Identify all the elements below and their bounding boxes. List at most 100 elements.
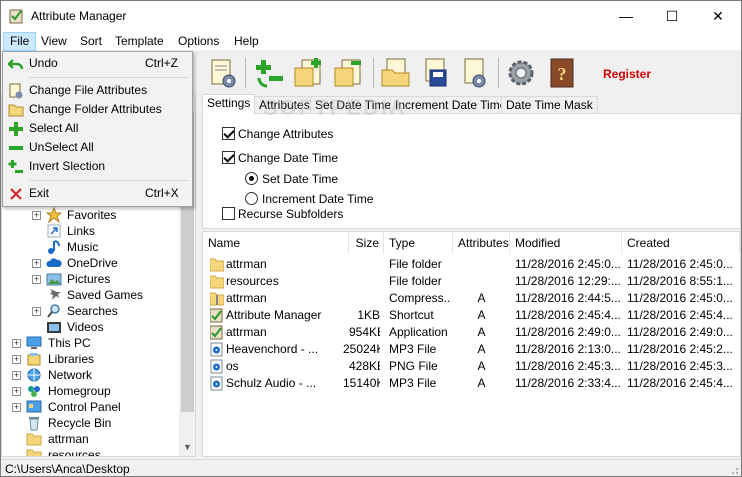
menu-template[interactable]: Template — [109, 32, 170, 51]
tree-item-resources[interactable]: resources — [2, 447, 178, 456]
expand-icon[interactable]: + — [12, 387, 21, 396]
file-attributes: A — [477, 308, 486, 322]
expand-icon[interactable]: + — [12, 339, 21, 348]
column-header-created[interactable]: Created — [622, 232, 740, 254]
tree-item-onedrive[interactable]: + OneDrive — [2, 255, 178, 271]
expand-icon[interactable]: + — [32, 259, 41, 268]
tree-item-network[interactable]: + Network — [2, 367, 178, 383]
menu-item-shortcut: Ctrl+X — [145, 186, 179, 200]
column-header-name[interactable]: Name — [203, 232, 349, 254]
close-button[interactable]: ✕ — [695, 1, 741, 31]
file-modified: 11/28/2016 2:45:0... — [515, 257, 621, 271]
menu-item-change-folder-attributes[interactable]: Change Folder Attributes — [5, 100, 190, 119]
tree-label: Pictures — [67, 272, 111, 286]
menu-item-label: Select All — [29, 121, 79, 135]
table-row[interactable]: attrman 954KB Application A 11/28/2016 2… — [203, 324, 740, 341]
change-date-time-checkbox[interactable] — [222, 151, 235, 164]
menu-help[interactable]: Help — [228, 32, 265, 51]
resize-grip-icon[interactable] — [729, 465, 739, 475]
tree-item-links[interactable]: Links — [2, 223, 178, 239]
tree-item-videos[interactable]: Videos — [2, 319, 178, 335]
column-header-type[interactable]: Type — [384, 232, 453, 254]
tree-item-control-panel[interactable]: + Control Panel — [2, 399, 178, 415]
tree-item-searches[interactable]: + Searches — [2, 303, 178, 319]
file-list[interactable]: Name Size Type Attributes Modified Creat… — [202, 231, 741, 457]
menu-item-invert-selection[interactable]: Invert Slection — [5, 157, 190, 176]
tree-label: This PC — [48, 336, 91, 350]
table-row[interactable]: os 428KB PNG File A 11/28/2016 2:45:3...… — [203, 358, 740, 375]
file-type: File folder — [389, 274, 442, 288]
control-panel-icon — [26, 400, 42, 413]
settings-file-icon[interactable] — [205, 56, 239, 90]
games-icon — [50, 289, 61, 300]
expand-icon[interactable]: + — [32, 211, 41, 220]
tree-item-music[interactable]: Music — [2, 239, 178, 255]
tab-date-time-mask[interactable]: Date Time Mask — [501, 96, 598, 114]
menu-item-label: Undo — [29, 56, 58, 70]
tree-label: Links — [67, 224, 96, 238]
gear-icon[interactable] — [504, 56, 538, 90]
tab-increment-date-time[interactable]: Increment Date Time — [390, 96, 512, 114]
table-row[interactable]: attrman File folder 11/28/2016 2:45:0...… — [203, 256, 740, 273]
title-bar[interactable]: Attribute Manager — ☐ ✕ — [1, 1, 741, 31]
change-attributes-checkbox[interactable] — [222, 127, 235, 140]
tree-item-attrman[interactable]: attrman — [2, 431, 178, 447]
set-date-time-radio[interactable] — [245, 172, 258, 185]
scroll-down-icon[interactable]: ▼ — [179, 439, 195, 456]
expand-icon[interactable]: + — [32, 275, 41, 284]
file-settings-icon[interactable] — [457, 56, 491, 90]
minimize-button[interactable]: — — [603, 1, 649, 31]
expand-icon[interactable]: + — [12, 403, 21, 412]
add-files-icon[interactable] — [292, 56, 326, 90]
select-all-icon[interactable] — [253, 56, 287, 90]
table-row[interactable]: Heavenchord - ... 25024KB MP3 File A 11/… — [203, 341, 740, 358]
table-row[interactable]: resources File folder 11/28/2016 12:29:.… — [203, 273, 740, 290]
set-date-time-label[interactable]: Set Date Time — [262, 172, 338, 186]
column-header-modified[interactable]: Modified — [510, 232, 622, 254]
expand-icon[interactable]: + — [12, 355, 21, 364]
expand-icon[interactable]: + — [12, 371, 21, 380]
menu-item-change-file-attributes[interactable]: Change File Attributes — [5, 81, 190, 100]
register-link[interactable]: Register — [603, 67, 651, 81]
tab-settings[interactable]: Settings — [202, 94, 256, 115]
tree-item-this-pc[interactable]: + This PC — [2, 335, 178, 351]
menu-file[interactable]: File — [3, 32, 37, 51]
increment-date-time-label[interactable]: Increment Date Time — [262, 192, 373, 206]
file-attributes: A — [477, 325, 486, 339]
file-modified: 11/28/2016 2:45:4... — [515, 308, 621, 322]
shortcut-icon — [210, 308, 223, 323]
tree-item-homegroup[interactable]: + Homegroup — [2, 383, 178, 399]
toolbar-separator — [373, 58, 374, 88]
tree-item-favorites[interactable]: + Favorites — [2, 207, 178, 223]
help-book-icon[interactable]: ? — [545, 56, 579, 90]
tree-item-libraries[interactable]: + Libraries — [2, 351, 178, 367]
change-date-time-label[interactable]: Change Date Time — [238, 151, 338, 165]
change-attributes-label[interactable]: Change Attributes — [238, 127, 333, 141]
column-header-size[interactable]: Size — [349, 232, 384, 254]
recurse-subfolders-checkbox[interactable] — [222, 207, 235, 220]
minus-icon — [9, 146, 23, 150]
folder-icon — [26, 449, 42, 456]
menu-options[interactable]: Options — [172, 32, 225, 51]
expand-icon[interactable]: + — [32, 307, 41, 316]
menu-item-undo[interactable]: Undo Ctrl+Z — [5, 54, 190, 73]
tree-item-saved-games[interactable]: Saved Games — [2, 287, 178, 303]
recurse-subfolders-label[interactable]: Recurse Subfolders — [238, 207, 343, 221]
menu-item-exit[interactable]: Exit Ctrl+X — [5, 184, 190, 203]
menu-item-select-all[interactable]: Select All — [5, 119, 190, 138]
save-icon[interactable] — [418, 56, 452, 90]
tree-item-recycle-bin[interactable]: Recycle Bin — [2, 415, 178, 431]
menu-view[interactable]: View — [35, 32, 73, 51]
table-row[interactable]: Attribute Manager 1KB Shortcut A 11/28/2… — [203, 307, 740, 324]
menu-bar: File View Sort Template Options Help — [1, 31, 741, 51]
maximize-button[interactable]: ☐ — [649, 1, 695, 31]
menu-item-unselect-all[interactable]: UnSelect All — [5, 138, 190, 157]
table-row[interactable]: attrman Compress... A 11/28/2016 2:44:5.… — [203, 290, 740, 307]
increment-date-time-radio[interactable] — [245, 192, 258, 205]
tree-item-pictures[interactable]: + Pictures — [2, 271, 178, 287]
column-header-attributes[interactable]: Attributes — [453, 232, 510, 254]
menu-sort[interactable]: Sort — [74, 32, 108, 51]
table-row[interactable]: Schulz Audio - ... 15140KB MP3 File A 11… — [203, 375, 740, 392]
open-folder-icon[interactable] — [379, 56, 413, 90]
remove-files-icon[interactable] — [332, 56, 366, 90]
